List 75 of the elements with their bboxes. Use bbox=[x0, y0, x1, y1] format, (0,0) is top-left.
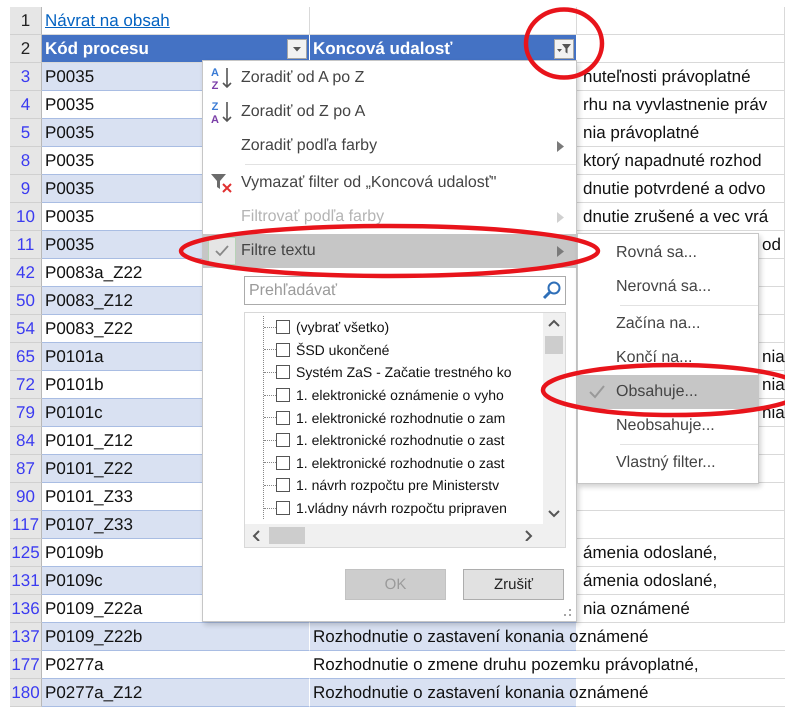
menu-item[interactable]: Neobsahuje... bbox=[578, 409, 758, 443]
checkbox[interactable] bbox=[276, 388, 290, 402]
table-cell: P0277a_Z12 bbox=[42, 679, 310, 707]
checkbox[interactable] bbox=[276, 456, 290, 470]
checkbox[interactable] bbox=[276, 342, 290, 357]
cell-text: nuteľnosti právoplatné bbox=[583, 66, 751, 88]
row-number[interactable]: 5 bbox=[10, 119, 42, 147]
row-number[interactable]: 50 bbox=[10, 287, 42, 315]
row-number[interactable]: 1 bbox=[10, 7, 42, 35]
cell-text: nia bbox=[762, 374, 785, 396]
filter-button[interactable] bbox=[554, 38, 574, 58]
checkbox[interactable] bbox=[276, 478, 290, 492]
row-number[interactable]: 54 bbox=[10, 315, 42, 343]
row-number[interactable]: 8 bbox=[10, 147, 42, 175]
row-number[interactable]: 3 bbox=[10, 63, 42, 91]
row-number[interactable]: 65 bbox=[10, 343, 42, 371]
cell-text: Rozhodnutie o zastavení konania oznámené bbox=[313, 626, 649, 648]
checkbox[interactable] bbox=[276, 410, 290, 425]
row-number[interactable]: 180 bbox=[10, 679, 42, 707]
checkbox[interactable] bbox=[276, 501, 290, 516]
menu-item[interactable]: Obsahuje... bbox=[578, 375, 758, 409]
column-header-label: Kód procesu bbox=[45, 38, 149, 60]
row-number[interactable]: 87 bbox=[10, 455, 42, 483]
search-icon[interactable] bbox=[542, 280, 562, 300]
cell-text: rhu na vyvlastnenie práv bbox=[583, 94, 768, 116]
table-cell: P0109_Z22b bbox=[42, 623, 310, 651]
search-field[interactable]: Prehľadávať bbox=[244, 276, 566, 305]
menu-item[interactable]: Končí na... bbox=[578, 341, 758, 375]
row-number[interactable]: 4 bbox=[10, 91, 42, 119]
row-number[interactable]: 131 bbox=[10, 567, 42, 595]
cell-text: dnutie potvrdené a odvo bbox=[583, 178, 766, 200]
row-number[interactable]: 9 bbox=[10, 175, 42, 203]
checkbox[interactable] bbox=[276, 320, 290, 334]
dropdown-arrow-icon bbox=[292, 46, 302, 52]
row-number[interactable]: 2 bbox=[10, 35, 42, 63]
row-number[interactable]: 117 bbox=[10, 511, 42, 539]
row-number[interactable]: 177 bbox=[10, 651, 42, 679]
menu-item[interactable]: Nerovná sa... bbox=[578, 270, 758, 304]
row-number[interactable]: 11 bbox=[10, 231, 42, 259]
dialog-button[interactable]: Zrušiť bbox=[463, 569, 564, 600]
row-number[interactable]: 90 bbox=[10, 483, 42, 511]
column-header-label: Koncová udalosť bbox=[313, 38, 452, 60]
row-number[interactable]: 84 bbox=[10, 427, 42, 455]
menu-item[interactable]: Filtre textu bbox=[203, 234, 576, 268]
row-number[interactable]: 42 bbox=[10, 259, 42, 287]
cell-text: Rozhodnutie o zastavení konania oznámené bbox=[313, 682, 649, 704]
clear-filter-icon bbox=[210, 172, 234, 194]
cell-text: nia oznámené bbox=[583, 598, 690, 620]
row-number[interactable]: 125 bbox=[10, 539, 42, 567]
menu-item[interactable]: Začína na... bbox=[578, 307, 758, 341]
row-number[interactable]: 136 bbox=[10, 595, 42, 623]
funnel-icon bbox=[557, 42, 571, 54]
cell-text: ktorý napadnuté rozhod bbox=[583, 150, 762, 172]
row-number[interactable]: 137 bbox=[10, 623, 42, 651]
scrollbar-thumb[interactable] bbox=[269, 527, 305, 544]
cell-text: ámenia odoslané, bbox=[583, 542, 718, 564]
cell-text: od bbox=[762, 234, 781, 256]
menu-item[interactable]: Rovná sa... bbox=[578, 236, 758, 270]
scrollbar[interactable] bbox=[245, 524, 565, 547]
checkbox[interactable] bbox=[276, 365, 290, 380]
scrollbar[interactable] bbox=[543, 313, 565, 524]
row-number[interactable]: 10 bbox=[10, 203, 42, 231]
cell-text: Rozhodnutie o zmene druhu pozemku právoplatné, bbox=[313, 654, 699, 676]
cell-text: dnutie zrušené a vec vrá bbox=[583, 206, 768, 228]
cell-text: nia právoplatné bbox=[583, 122, 700, 144]
link[interactable]: Návrat na obsah bbox=[45, 11, 170, 30]
scrollbar-thumb[interactable] bbox=[545, 336, 563, 354]
menu-item[interactable]: Vlastný filter... bbox=[578, 446, 758, 480]
row-number[interactable]: 72 bbox=[10, 371, 42, 399]
cell-text: ámenia odoslané, bbox=[583, 570, 718, 592]
resize-grip-icon[interactable] bbox=[562, 607, 572, 617]
filter-button[interactable] bbox=[287, 38, 307, 58]
checkbox[interactable] bbox=[276, 433, 290, 448]
row-number[interactable]: 79 bbox=[10, 399, 42, 427]
cell-text: nia bbox=[762, 346, 785, 368]
